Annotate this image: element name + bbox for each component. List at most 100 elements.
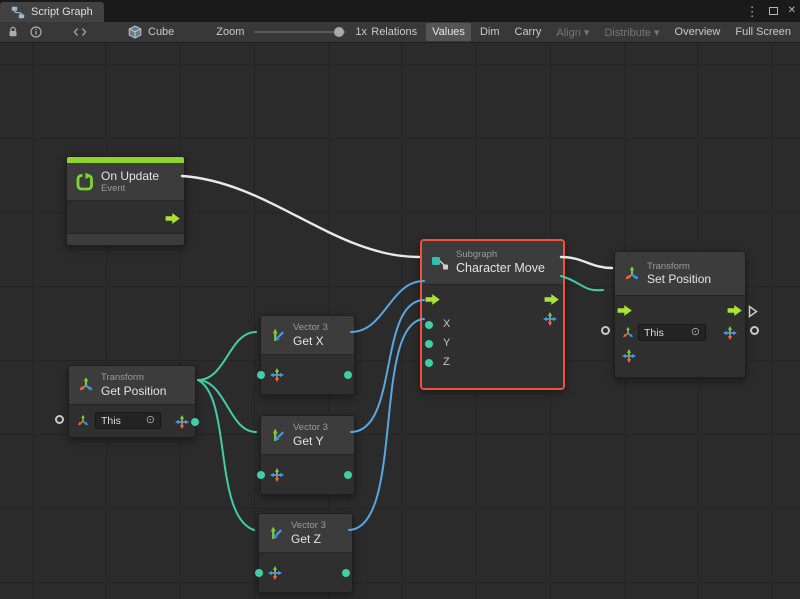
this-input-port[interactable] [601, 326, 610, 335]
node-header: Vector 3 Get Z [259, 514, 352, 553]
x-output-port[interactable] [344, 371, 352, 379]
node-subtitle: Transform [101, 372, 166, 383]
full-screen-button[interactable]: Full Screen [729, 23, 797, 41]
lock-icon[interactable] [7, 26, 19, 38]
vector-cross-icon [269, 467, 285, 483]
dim-button[interactable]: Dim [474, 23, 506, 41]
relations-button[interactable]: Relations [365, 23, 423, 41]
node-title: Get X [293, 334, 328, 348]
node-header: Transform Set Position [615, 252, 745, 296]
zoom-slider-handle[interactable] [334, 27, 344, 37]
vector-input-port[interactable] [255, 569, 263, 577]
port-label-z: Z [443, 356, 450, 368]
script-graph-icon [11, 6, 25, 19]
y-input-port[interactable] [425, 340, 433, 348]
graph-toolbar: Cube Zoom 1x Relations Values Dim Carry … [0, 22, 800, 43]
node-subtitle: Vector 3 [293, 322, 328, 333]
node-set-position[interactable]: Transform Set Position This ⊙ [614, 251, 746, 378]
node-get-y[interactable]: Vector 3 Get Y [260, 415, 355, 495]
zoom-label: Zoom [216, 26, 244, 38]
node-subtitle: Transform [647, 261, 711, 272]
node-title: On Update [101, 169, 159, 183]
node-subtitle: Vector 3 [293, 422, 328, 433]
node-get-z[interactable]: Vector 3 Get Z [258, 513, 353, 593]
vector-cross-icon [267, 565, 283, 581]
position-output-port[interactable] [191, 418, 199, 426]
node-header: Subgraph Character Move [422, 241, 563, 285]
flow-input-port[interactable] [425, 293, 441, 306]
flow-output-port[interactable] [727, 304, 743, 317]
target-object-label[interactable]: Cube [148, 26, 174, 38]
subgraph-icon [430, 253, 450, 273]
cube-icon [128, 25, 142, 39]
object-picker-icon[interactable]: ⊙ [691, 327, 700, 338]
object-picker-icon[interactable]: ⊙ [146, 415, 155, 426]
vector3-icon [267, 524, 285, 542]
node-title: Get Position [101, 384, 166, 398]
port-label-y: Y [443, 337, 450, 349]
transform-axis-icon [76, 414, 90, 428]
transform-axis-icon [77, 376, 95, 394]
flow-input-port[interactable] [617, 304, 633, 317]
z-output-port[interactable] [342, 569, 350, 577]
node-header: Transform Get Position [69, 366, 195, 405]
y-output-port[interactable] [344, 471, 352, 479]
vector-input-port[interactable] [257, 471, 265, 479]
vector3-icon [269, 326, 287, 344]
transform-axis-icon [623, 265, 641, 283]
this-input-port[interactable] [55, 415, 64, 424]
transform-output-port[interactable] [750, 326, 759, 335]
node-on-update[interactable]: On Update Event [66, 156, 185, 246]
chevron-down-icon: ▾ [584, 27, 590, 39]
node-title: Set Position [647, 272, 711, 286]
flow-output-port[interactable] [165, 212, 181, 225]
node-footer [67, 233, 184, 245]
node-title: Get Y [293, 434, 328, 448]
align-button[interactable]: Align ▾ [550, 23, 595, 42]
this-object-field[interactable]: This ⊙ [638, 324, 706, 341]
info-icon[interactable] [30, 26, 42, 38]
chevron-down-icon: ▾ [654, 27, 660, 39]
carry-button[interactable]: Carry [509, 23, 548, 41]
vector-input-port[interactable] [257, 371, 265, 379]
node-title: Character Move [456, 261, 545, 276]
transform-cross-icon [542, 311, 558, 327]
code-view-icon[interactable] [73, 27, 87, 37]
maximize-icon[interactable] [769, 7, 778, 15]
close-icon[interactable]: ✕ [788, 6, 796, 16]
align-label: Align [556, 27, 580, 39]
zoom-slider[interactable] [254, 25, 346, 39]
node-get-x[interactable]: Vector 3 Get X [260, 315, 355, 395]
port-label-x: X [443, 318, 450, 330]
this-object-field[interactable]: This ⊙ [95, 412, 161, 429]
node-character-move[interactable]: Subgraph Character Move X Y Z [420, 239, 565, 390]
flow-continuation-triangle[interactable] [748, 305, 758, 318]
node-subtitle: Event [101, 183, 159, 194]
node-subtitle: Subgraph [456, 249, 545, 260]
node-header: Vector 3 Get Y [261, 416, 354, 455]
distribute-label: Distribute [604, 27, 650, 39]
flow-output-port[interactable] [544, 293, 560, 306]
values-button[interactable]: Values [426, 23, 471, 41]
z-input-port[interactable] [425, 359, 433, 367]
vector-cross-icon [269, 367, 285, 383]
node-header: Vector 3 Get X [261, 316, 354, 355]
object-field-value: This [644, 327, 664, 339]
on-update-loop-icon [75, 172, 95, 192]
node-title: Get Z [291, 532, 326, 546]
node-get-position[interactable]: Transform Get Position This ⊙ [68, 365, 196, 438]
window-tab-bar: Script Graph ⋮ ✕ [0, 0, 800, 22]
vector3-icon [269, 426, 287, 444]
transform-axis-icon [621, 326, 635, 340]
overview-button[interactable]: Overview [669, 23, 727, 41]
position-cross-icon [722, 325, 738, 341]
graph-canvas[interactable]: On Update Event Transform Get Position T… [0, 43, 800, 599]
x-input-port[interactable] [425, 321, 433, 329]
distribute-button[interactable]: Distribute ▾ [598, 23, 665, 42]
node-subtitle: Vector 3 [291, 520, 326, 531]
zoom-slider-track[interactable] [254, 31, 346, 33]
window-menu-icon[interactable]: ⋮ [746, 5, 759, 18]
position-cross-icon [174, 414, 190, 430]
tab-script-graph[interactable]: Script Graph [0, 2, 104, 22]
node-header: On Update Event [67, 163, 184, 201]
